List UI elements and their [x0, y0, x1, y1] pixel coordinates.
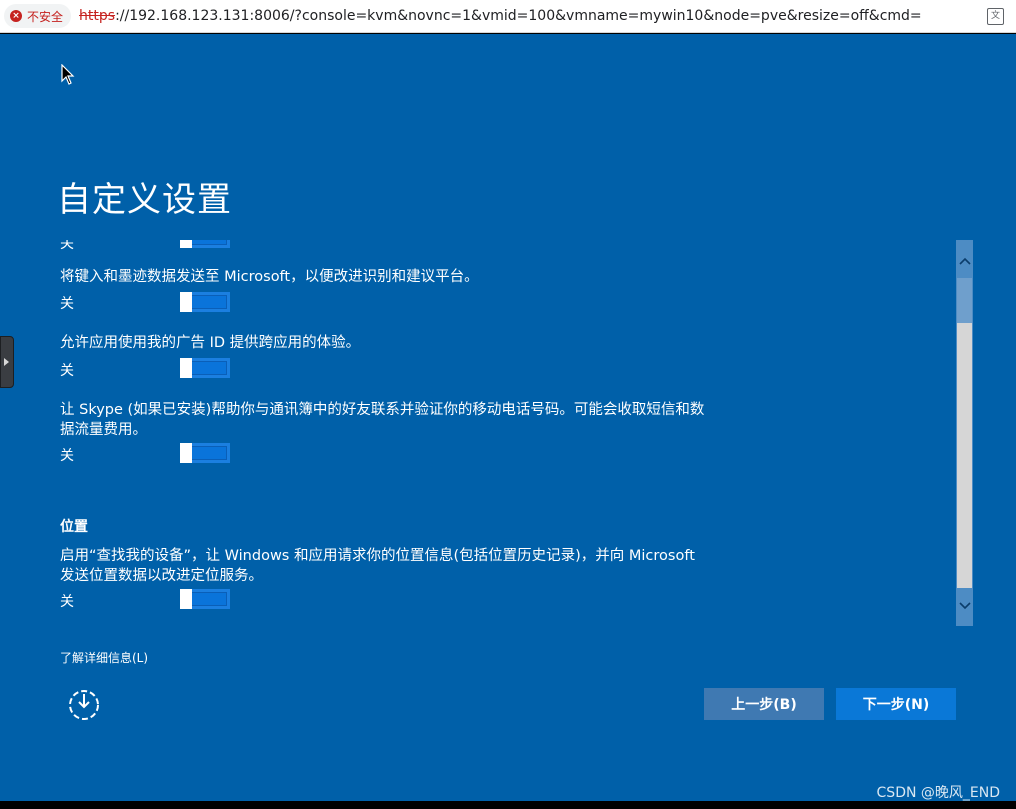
- scroll-up-icon[interactable]: [956, 252, 973, 269]
- location-heading: 位置: [60, 519, 88, 535]
- learn-more-link[interactable]: 了解详细信息(L): [60, 649, 148, 666]
- settings-scrollbar[interactable]: [956, 240, 973, 626]
- next-button[interactable]: 下一步(N): [836, 688, 956, 720]
- scrollbar-thumb[interactable]: [957, 323, 972, 588]
- skype-setting-text-line2: 据流量费用。: [60, 422, 147, 438]
- security-indicator[interactable]: × 不安全: [4, 4, 72, 28]
- skype-toggle[interactable]: [180, 443, 230, 463]
- translate-icon[interactable]: 文: [987, 8, 1004, 25]
- scroll-down-icon[interactable]: [956, 597, 973, 614]
- vm-console[interactable]: 自定义设置 关 将键入和墨迹数据发送至 Microsoft，以便改进识别和建议平…: [0, 34, 1016, 801]
- page-title: 自定义设置: [57, 180, 232, 220]
- inking-typing-state: 关: [60, 296, 74, 312]
- skype-setting-text-line1: 让 Skype (如果已安装)帮助你与通讯簿中的好友联系并验证你的移动电话号码。…: [60, 402, 705, 418]
- url-scheme: https: [79, 8, 116, 24]
- watermark: CSDN @晚风_END: [876, 785, 1000, 801]
- advertising-id-state: 关: [60, 363, 74, 379]
- ease-of-access-icon[interactable]: [66, 687, 102, 723]
- location-setting-text-line1: 启用“查找我的设备”，让 Windows 和应用请求你的位置信息(包括位置历史记…: [60, 548, 695, 564]
- settings-scroll-area: 关 将键入和墨迹数据发送至 Microsoft，以便改进识别和建议平台。 关 允…: [0, 240, 950, 630]
- bottom-border: [0, 801, 1016, 809]
- advertising-id-setting-text: 允许应用使用我的广告 ID 提供跨应用的体验。: [60, 335, 361, 351]
- back-button[interactable]: 上一步(B): [704, 688, 824, 720]
- location-state: 关: [60, 594, 74, 610]
- mouse-cursor-icon: [61, 64, 75, 85]
- warning-icon: ×: [10, 10, 22, 22]
- url-rest: ://192.168.123.131:8006/?console=kvm&nov…: [115, 8, 922, 24]
- browser-address-bar: × 不安全 https://192.168.123.131:8006/?cons…: [0, 0, 1016, 33]
- location-setting-text-line2: 发送位置数据以改进定位服务。: [60, 568, 263, 584]
- inking-typing-setting-text: 将键入和墨迹数据发送至 Microsoft，以便改进识别和建议平台。: [60, 269, 479, 285]
- skype-state: 关: [60, 448, 74, 464]
- partial-toggle[interactable]: [180, 240, 230, 248]
- advertising-id-toggle[interactable]: [180, 358, 230, 378]
- partial-state-label: 关: [60, 240, 74, 252]
- url-field[interactable]: https://192.168.123.131:8006/?console=kv…: [79, 8, 922, 24]
- security-label: 不安全: [27, 9, 64, 24]
- inking-typing-toggle[interactable]: [180, 292, 230, 312]
- location-toggle[interactable]: [180, 589, 230, 609]
